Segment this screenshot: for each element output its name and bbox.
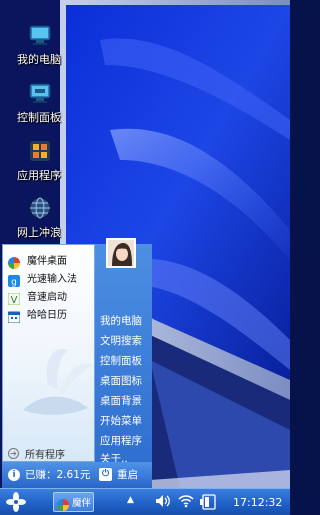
- menu-app-label: 音速启动: [27, 292, 67, 303]
- menu-app-label: 魔伴桌面: [27, 256, 67, 267]
- earnings-label: 已赚：2.61元: [25, 469, 91, 481]
- menu-app-label: 哈哈日历: [27, 310, 67, 321]
- menu-app-calendar[interactable]: 哈哈日历: [7, 305, 94, 323]
- wifi-icon[interactable]: [178, 493, 194, 513]
- all-programs-button[interactable]: ➔ 所有程序: [8, 446, 94, 461]
- start-button[interactable]: [2, 490, 30, 514]
- svg-text:V: V: [11, 295, 18, 305]
- pinwheel-icon: [8, 254, 20, 269]
- volume-icon[interactable]: [155, 493, 171, 513]
- menu-link-search[interactable]: 文明搜索: [100, 333, 142, 348]
- pinwheel-icon: [57, 496, 69, 511]
- start-menu-app-panel: 魔伴桌面 g 光速输入法 V 音速启动 哈哈日历 ➔ 所有程序: [2, 244, 95, 462]
- start-menu-footer: i 已赚：2.61元 ⏻ 重启: [2, 462, 152, 488]
- menu-link-applications[interactable]: 应用程序: [100, 433, 142, 448]
- menu-link-start-menu[interactable]: 开始菜单: [100, 413, 142, 428]
- globe-icon: [29, 197, 51, 219]
- battery-icon: [200, 494, 218, 514]
- desktop-icon-label: 应用程序: [17, 169, 61, 182]
- menu-app-label: 光速输入法: [27, 274, 77, 285]
- computer-icon: [29, 24, 51, 46]
- all-programs-label: 所有程序: [25, 449, 65, 461]
- taskbar: 魔伴 ▲ 17:12:32: [0, 488, 290, 515]
- desktop-icon-label: 控制面板: [17, 111, 61, 124]
- arrow-right-icon: ➔: [8, 447, 19, 459]
- apps-icon: [29, 140, 51, 162]
- menu-link-control-panel[interactable]: 控制面板: [100, 353, 142, 368]
- desktop-icon-label: 我的电脑: [17, 53, 61, 66]
- input-method-icon: g: [8, 272, 20, 287]
- clock[interactable]: 17:12:32: [233, 496, 282, 509]
- restart-button[interactable]: ⏻ 重启: [99, 467, 138, 482]
- start-menu-links-panel: 我的电脑 文明搜索 控制面板 桌面图标 桌面背景 开始菜单 应用程序 关于..: [95, 244, 152, 465]
- restart-label: 重启: [117, 469, 138, 481]
- calendar-icon: [7, 308, 21, 323]
- quick-launch-icon: V: [7, 290, 21, 306]
- taskbar-app-mobian[interactable]: 魔伴: [53, 492, 94, 512]
- menu-app-quick-launch[interactable]: V 音速启动: [7, 287, 94, 306]
- earnings-display: i 已赚：2.61元: [8, 467, 90, 482]
- menu-app-input-method[interactable]: g 光速输入法: [8, 269, 94, 287]
- menu-link-desktop-background[interactable]: 桌面背景: [100, 393, 142, 408]
- menu-link-my-computer[interactable]: 我的电脑: [100, 313, 142, 328]
- tray-expand-icon[interactable]: ▲: [127, 495, 134, 505]
- power-icon: ⏻: [99, 468, 112, 481]
- start-flower-icon: [6, 492, 26, 512]
- info-icon: i: [8, 468, 20, 481]
- svg-text:g: g: [11, 277, 17, 287]
- desktop-icon-label: 网上冲浪: [17, 226, 61, 239]
- start-menu: 魔伴桌面 g 光速输入法 V 音速启动 哈哈日历 ➔ 所有程序 我的电脑 文明搜…: [2, 238, 152, 488]
- menu-app-mobian-desktop[interactable]: 魔伴桌面: [8, 251, 94, 269]
- whale-decoration: [23, 349, 93, 415]
- control-panel-icon: [29, 82, 51, 104]
- taskbar-app-label: 魔伴: [72, 498, 92, 509]
- menu-link-desktop-icons[interactable]: 桌面图标: [100, 373, 142, 388]
- avatar[interactable]: [106, 238, 136, 268]
